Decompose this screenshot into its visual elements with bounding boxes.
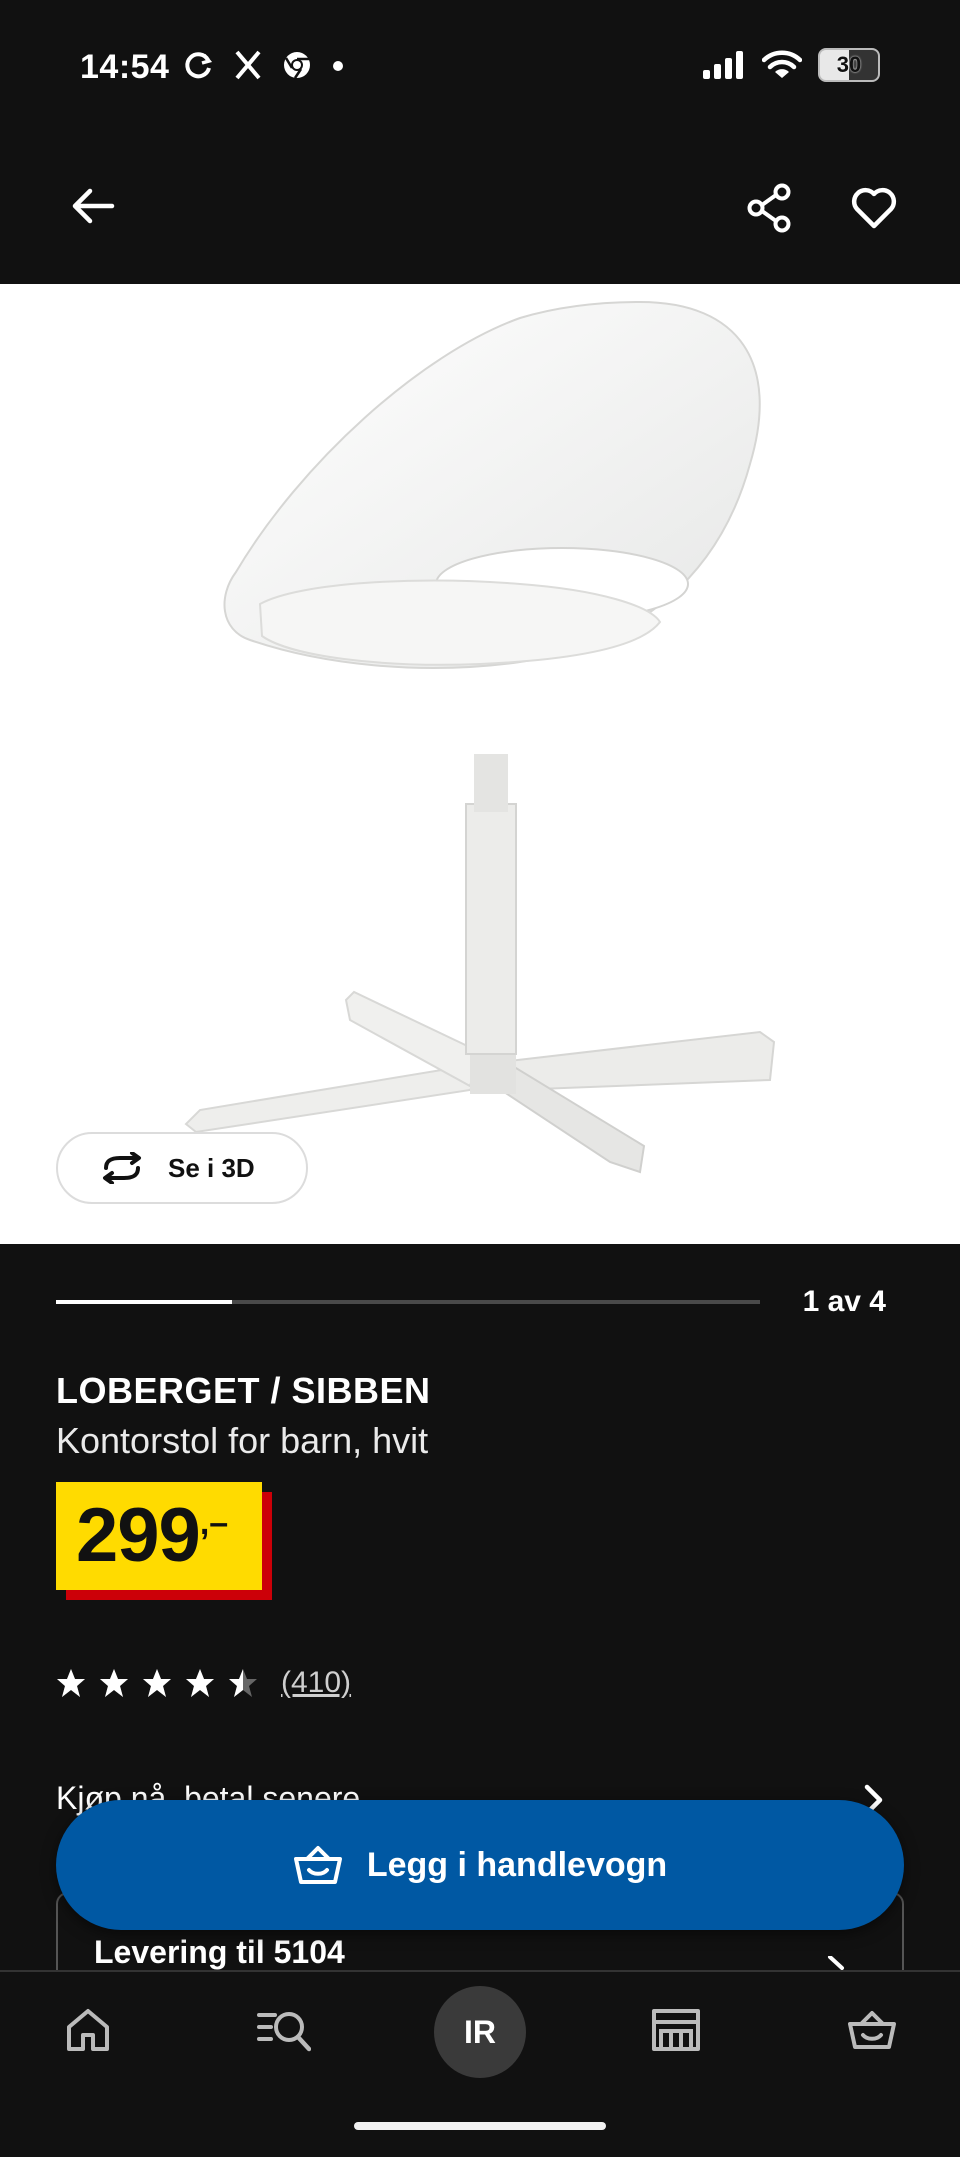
star-full-icon <box>100 1669 128 1697</box>
rating[interactable]: (410) <box>56 1666 351 1700</box>
signal-icon <box>703 51 743 79</box>
status-time: 14:54 <box>80 48 170 86</box>
nav-home[interactable] <box>58 2000 118 2060</box>
dot-icon <box>333 61 343 71</box>
nav-profile[interactable]: IR <box>434 1986 526 2078</box>
delivery-chevron-icon <box>828 1956 844 1970</box>
nav-search[interactable] <box>254 2000 314 2060</box>
basket-icon <box>293 1846 342 1884</box>
price-suffix: ,– <box>199 1504 229 1542</box>
star-full-icon <box>186 1669 214 1697</box>
nav-stores[interactable] <box>646 2000 706 2060</box>
product-image[interactable] <box>0 284 960 1244</box>
search-list-icon <box>257 2012 311 2052</box>
store-icon <box>652 2009 700 2051</box>
x-icon <box>235 50 261 80</box>
sync-icon <box>185 52 213 79</box>
product-name: LOBERGET / SIBBEN <box>56 1370 431 1411</box>
status-bar: 14:54 30 <box>0 0 960 140</box>
status-icons-left <box>184 50 344 80</box>
gallery-progress <box>56 1300 760 1304</box>
battery-level: 30 <box>836 52 862 77</box>
review-count[interactable]: (410) <box>281 1666 351 1700</box>
heart-icon <box>851 187 897 229</box>
star-full-icon <box>57 1669 85 1697</box>
back-button[interactable] <box>68 180 120 232</box>
wifi-icon <box>762 50 802 78</box>
arrow-left-icon <box>72 188 115 224</box>
gallery-position: 1 av 4 <box>802 1285 886 1318</box>
favorite-button[interactable] <box>848 182 900 234</box>
share-button[interactable] <box>744 182 796 234</box>
home-icon <box>67 2009 109 2051</box>
delivery-title: Levering til 5104 <box>94 1934 345 1970</box>
nav-cart[interactable] <box>842 2000 902 2060</box>
chair-illustration <box>184 300 776 1174</box>
star-full-icon <box>143 1669 171 1697</box>
price-value: 299 <box>76 1493 201 1578</box>
status-icons-right: 30 <box>702 48 880 82</box>
basket-nav-icon <box>848 2011 896 2049</box>
star-half-icon <box>229 1669 257 1697</box>
rotate-icon <box>103 1152 141 1184</box>
profile-initials: IR <box>464 2013 496 2050</box>
price-tag: 299 ,– <box>56 1482 262 1590</box>
add-to-cart-button[interactable]: Legg i handlevogn <box>56 1800 904 1930</box>
battery-indicator: 30 <box>818 48 880 82</box>
view-3d-label: Se i 3D <box>168 1152 255 1183</box>
share-icon <box>747 183 791 233</box>
chrome-icon <box>284 52 310 79</box>
rating-stars <box>56 1668 258 1698</box>
product-description: Kontorstol for barn, hvit <box>56 1420 429 1461</box>
top-bar <box>0 140 960 284</box>
gallery-progress-fill <box>56 1300 232 1304</box>
view-3d-button[interactable]: Se i 3D <box>56 1132 308 1204</box>
home-indicator[interactable] <box>354 2122 606 2130</box>
add-to-cart-label: Legg i handlevogn <box>366 1845 668 1884</box>
